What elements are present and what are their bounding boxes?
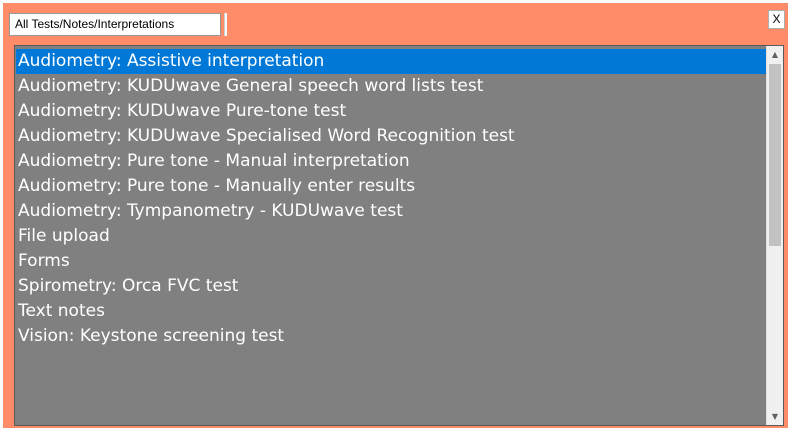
list-item[interactable]: Audiometry: Pure tone - Manual interpret…	[16, 149, 767, 174]
test-list: Audiometry: Assistive interpretation Audi…	[16, 49, 767, 349]
dialog-window: All Tests/Notes/Interpretations X Audiom…	[3, 3, 788, 428]
list-item[interactable]: File upload	[16, 224, 767, 249]
list-item[interactable]: Audiometry: KUDUwave Specialised Word Re…	[16, 124, 767, 149]
test-list-box[interactable]: Audiometry: Assistive interpretation Audi…	[14, 45, 784, 426]
scrollbar-thumb[interactable]	[769, 64, 781, 246]
list-item[interactable]: Text notes	[16, 299, 767, 324]
chevron-up-icon[interactable]: ▲	[767, 46, 783, 63]
vertical-scrollbar[interactable]: ▲ ▼	[766, 46, 783, 425]
tab-all-tests[interactable]: All Tests/Notes/Interpretations	[9, 13, 221, 36]
tab-divider	[224, 13, 227, 36]
list-item[interactable]: Audiometry: KUDUwave Pure-tone test	[16, 99, 767, 124]
list-item[interactable]: Spirometry: Orca FVC test	[16, 274, 767, 299]
chevron-down-icon[interactable]: ▼	[767, 408, 783, 425]
list-item[interactable]: Audiometry: Tympanometry - KUDUwave test	[16, 199, 767, 224]
list-item[interactable]: Vision: Keystone screening test	[16, 324, 767, 349]
list-item[interactable]: Forms	[16, 249, 767, 274]
list-item[interactable]: Audiometry: KUDUwave General speech word…	[16, 74, 767, 99]
close-button[interactable]: X	[768, 10, 785, 29]
list-item[interactable]: Audiometry: Assistive interpretation	[16, 49, 767, 74]
list-item[interactable]: Audiometry: Pure tone - Manually enter r…	[16, 174, 767, 199]
